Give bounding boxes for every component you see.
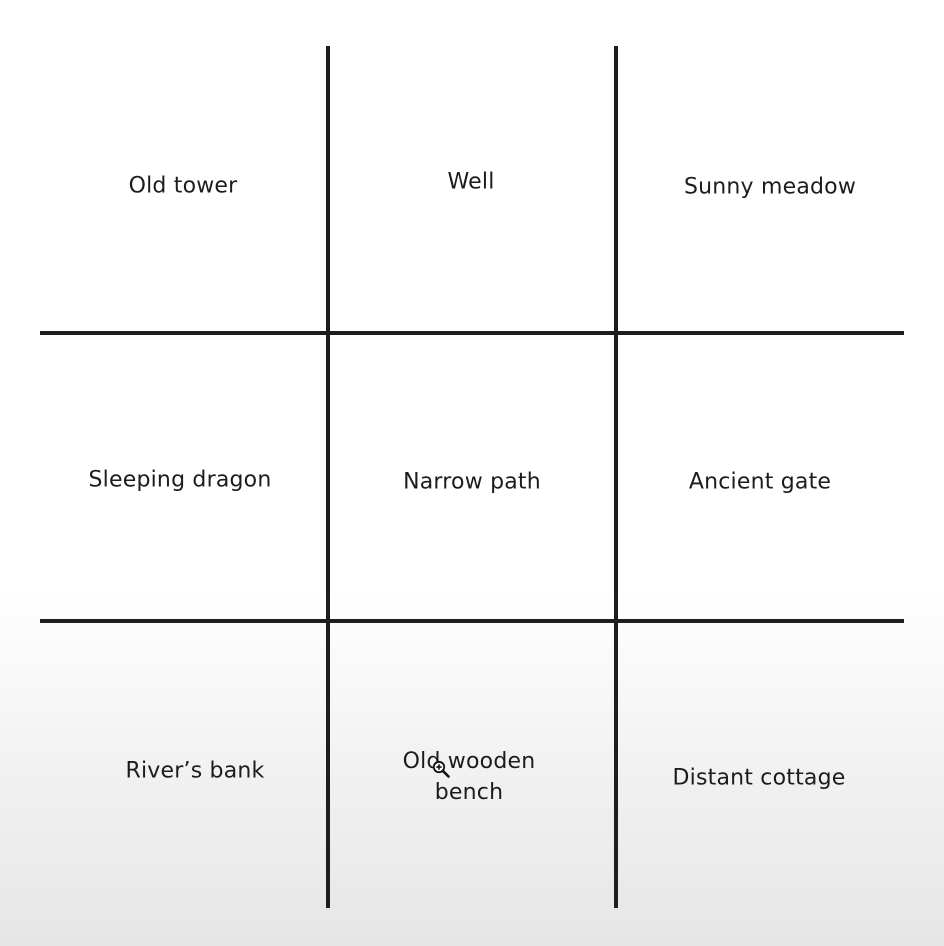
grid-horizontal-line-1	[40, 331, 904, 335]
cell-rivers-bank: River’s bank	[125, 758, 265, 784]
zoom-in-cursor-icon	[432, 760, 450, 778]
cell-old-wooden-bench: Old wooden bench	[402, 749, 536, 805]
cell-sleeping-dragon: Sleeping dragon	[88, 467, 272, 493]
grid-vertical-line-2	[614, 46, 618, 908]
cell-well: Well	[447, 169, 495, 195]
cell-ancient-gate: Ancient gate	[688, 469, 832, 495]
cell-distant-cottage: Distant cottage	[672, 765, 846, 791]
cell-sunny-meadow: Sunny meadow	[683, 174, 857, 200]
grid-diagram: Old tower Well Sunny meadow Sleeping dra…	[0, 0, 944, 946]
grid-horizontal-line-2	[40, 619, 904, 623]
cell-narrow-path: Narrow path	[403, 469, 541, 495]
cell-old-tower: Old tower	[128, 173, 238, 199]
grid-vertical-line-1	[326, 46, 330, 908]
